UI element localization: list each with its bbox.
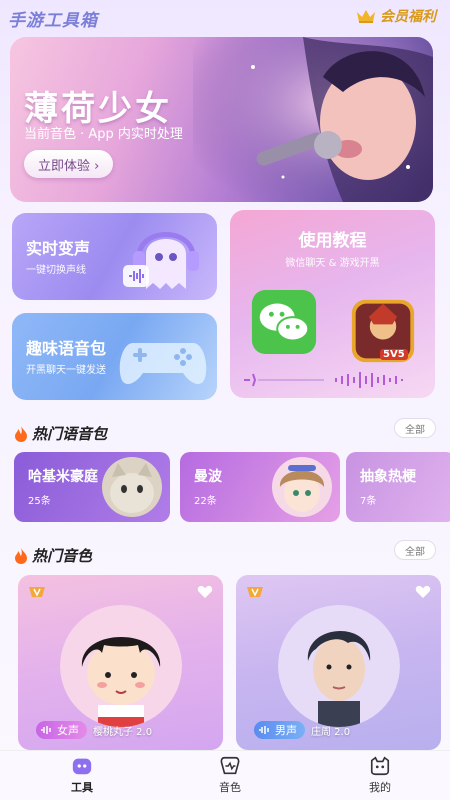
profile-tab-icon: [370, 756, 390, 776]
tab-label: 我的: [369, 781, 391, 794]
voice-avatar: [60, 605, 182, 727]
hot-packs-title: 热门语音包: [32, 425, 108, 443]
crown-icon: [357, 10, 375, 23]
hero-banner[interactable]: 薄荷少女 当前音色 · App 内实时处理 立即体验 ›: [10, 37, 433, 202]
pack-count: 22条: [194, 496, 217, 507]
favorite-heart-icon[interactable]: [415, 585, 431, 599]
header: 手游工具箱 会员福利: [0, 0, 450, 32]
voice-card[interactable]: 女声 樱桃丸子 2.0: [18, 575, 223, 750]
voice-pack-subtitle: 开黑聊天一键发送: [26, 365, 106, 376]
vip-badge-icon: [29, 587, 45, 597]
gender-label: 女声: [57, 724, 79, 737]
voice-wave-icon: [259, 726, 269, 734]
gender-label: 男声: [275, 724, 297, 737]
try-now-button[interactable]: 立即体验 ›: [24, 150, 114, 178]
vip-benefits-button[interactable]: 会员福利: [356, 6, 436, 26]
anime-girl-thumbnail: [272, 457, 332, 517]
bottom-tab-bar: 工具 音色 我的: [0, 750, 450, 800]
voice-tag-row: 女声 樱桃丸子 2.0: [36, 721, 152, 739]
vip-badge-icon: [247, 587, 263, 597]
voice-avatar: [278, 605, 400, 727]
ghost-headphones-icon: [123, 232, 199, 289]
voice-wave-icon: [41, 726, 51, 734]
pack-card[interactable]: 曼波 22条: [180, 452, 340, 522]
voice-name: 樱桃丸子 2.0: [93, 726, 153, 738]
tab-label: 工具: [71, 781, 93, 794]
tutorial-subtitle: 微信聊天 & 游戏开黑: [285, 258, 380, 269]
realtime-title: 实时变声: [26, 239, 91, 258]
hot-packs-header: 热门语音包: [14, 423, 107, 444]
gender-tag: 女声: [36, 721, 87, 739]
hot-voices-title: 热门音色: [32, 547, 93, 565]
hot-packs-all-button[interactable]: 全部: [394, 418, 436, 438]
voice-card[interactable]: 男声 庄周 2.0: [236, 575, 441, 750]
tutorial-title: 使用教程: [298, 231, 367, 251]
pack-name: 曼波: [194, 469, 222, 485]
voice-tag-row: 男声 庄周 2.0: [254, 721, 350, 739]
realtime-voice-card[interactable]: 实时变声 一键切换声线: [12, 213, 217, 300]
gender-tag: 男声: [254, 721, 305, 739]
hot-voices-all-button[interactable]: 全部: [394, 540, 436, 560]
singer-illustration: [193, 37, 433, 202]
tools-tab-icon: [72, 758, 92, 775]
voice-pack-title: 趣味语音包: [26, 339, 107, 358]
hot-voices-header: 热门音色: [14, 545, 92, 566]
game-badge: 5V5: [380, 349, 408, 360]
tab-label: 音色: [219, 781, 241, 794]
voice-pack-card[interactable]: 趣味语音包 开黑聊天一键发送: [12, 313, 217, 400]
tab-voices[interactable]: 音色: [200, 755, 260, 795]
fire-icon: [15, 547, 27, 564]
tab-tools[interactable]: 工具: [52, 755, 112, 795]
pack-card[interactable]: 抽象热梗 7条: [346, 452, 450, 522]
realtime-subtitle: 一键切换声线: [26, 265, 86, 276]
pack-card[interactable]: 哈基米豪庭 25条: [14, 452, 170, 522]
banner-subtitle: 当前音色 · App 内实时处理: [24, 127, 183, 142]
pack-name: 哈基米豪庭: [28, 469, 98, 485]
gamepad-icon: [119, 343, 207, 385]
pack-name: 抽象热梗: [360, 469, 416, 485]
tutorial-card[interactable]: 使用教程 微信聊天 & 游戏开黑 5V5: [230, 210, 435, 398]
vip-label: 会员福利: [380, 9, 436, 25]
pack-count: 25条: [28, 496, 51, 507]
app-title: 手游工具箱: [8, 11, 98, 31]
favorite-heart-icon[interactable]: [197, 585, 213, 599]
tab-me[interactable]: 我的: [350, 755, 410, 795]
sound-wave-icon: [244, 372, 403, 388]
voice-name: 庄周 2.0: [311, 726, 351, 738]
voices-tab-icon: [220, 756, 240, 775]
pack-count: 7条: [360, 496, 377, 507]
wechat-icon: [251, 289, 317, 355]
fire-icon: [15, 425, 27, 442]
cat-thumbnail: [102, 457, 162, 517]
